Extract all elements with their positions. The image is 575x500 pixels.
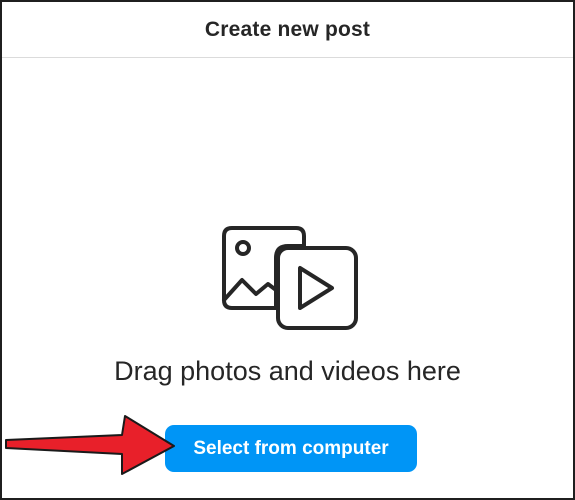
select-from-computer-button[interactable]: Select from computer	[165, 425, 417, 472]
dialog-header: Create new post	[2, 2, 573, 58]
red-arrow-icon	[5, 415, 175, 475]
drag-prompt: Drag photos and videos here	[114, 356, 461, 386]
photo-video-icon	[222, 226, 358, 330]
dialog-title: Create new post	[204, 17, 371, 41]
